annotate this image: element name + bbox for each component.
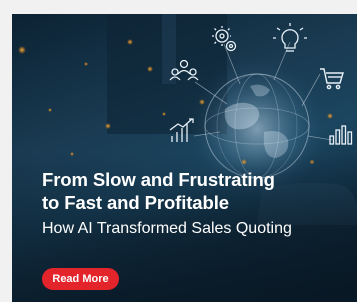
subheadline: How AI Transformed Sales Quoting <box>42 220 292 237</box>
shopping-cart-icon <box>320 68 344 90</box>
headline-line-1: From Slow and Frustrating <box>42 169 275 190</box>
headline-line-2: to Fast and Profitable <box>42 192 229 213</box>
bar-chart-icon <box>329 125 353 145</box>
read-more-button[interactable]: Read More <box>42 268 119 290</box>
promo-banner[interactable]: From Slow and Frustrating to Fast and Pr… <box>12 14 357 302</box>
lightbulb-icon <box>273 23 307 52</box>
headline: From Slow and Frustrating to Fast and Pr… <box>42 168 342 214</box>
